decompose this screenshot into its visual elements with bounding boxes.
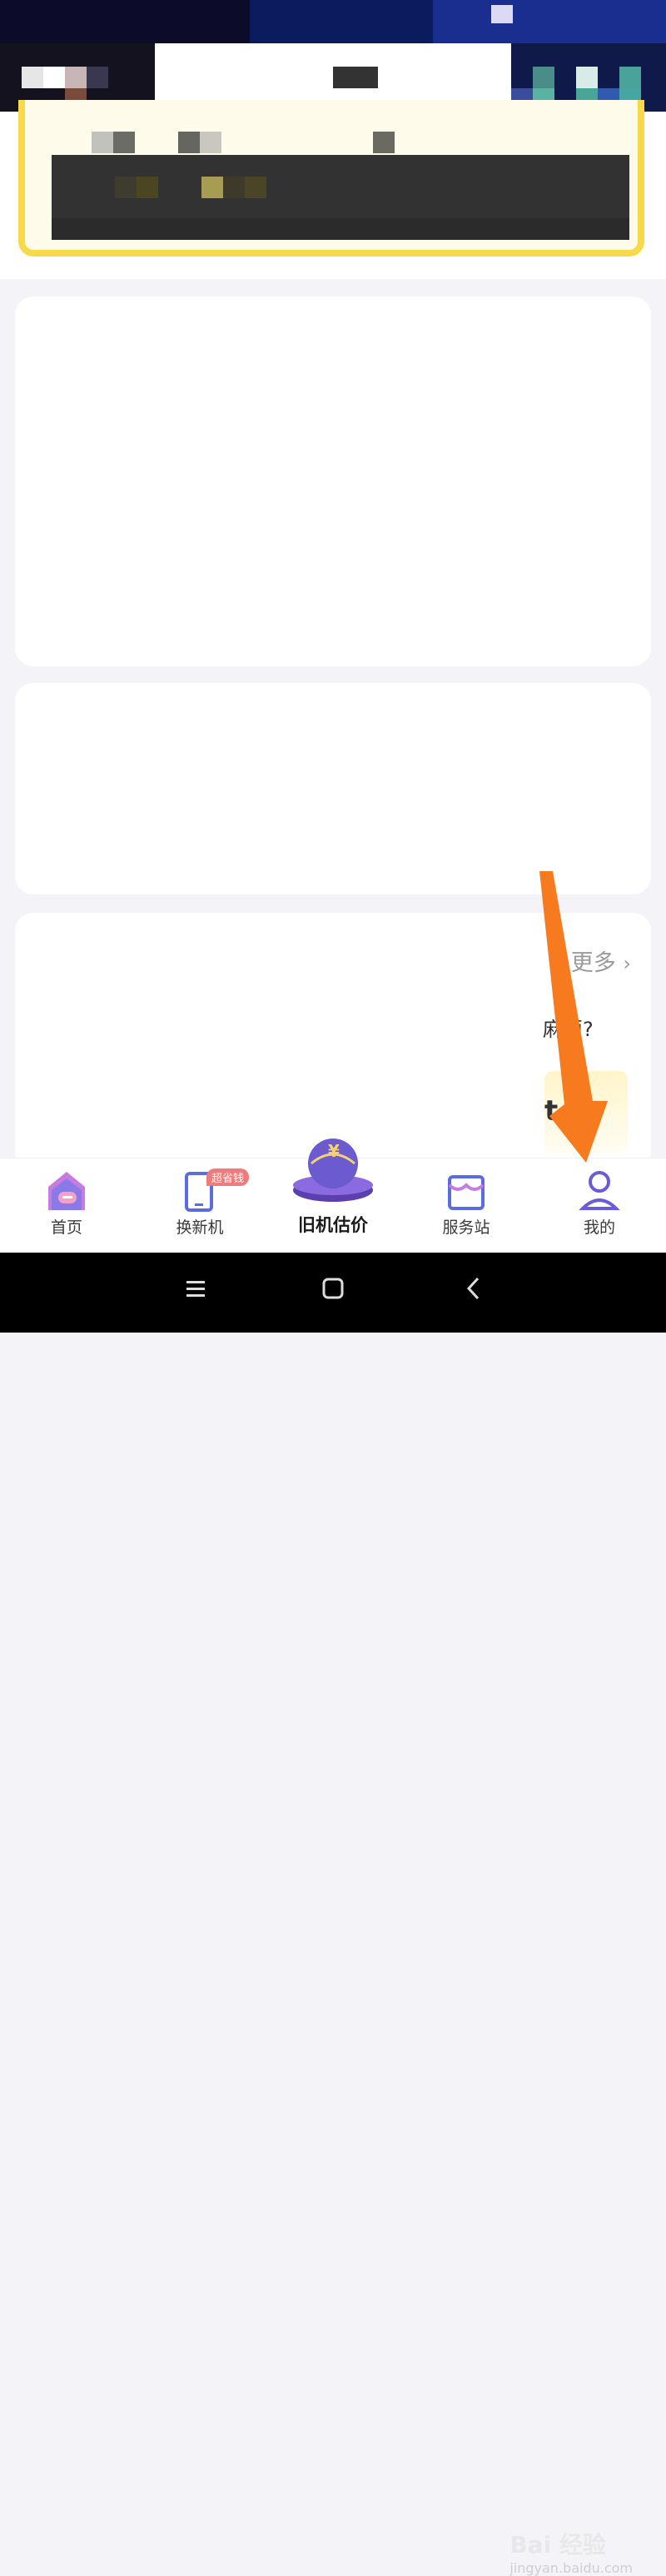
svg-text:¥: ¥ [328, 1141, 340, 1161]
home-icon [48, 1172, 85, 1210]
store-icon [448, 1175, 485, 1210]
tab-mine[interactable]: 我的 [533, 1158, 666, 1253]
tab-estimate-label: 旧机估价 [298, 1215, 368, 1235]
bottom-tab-bar: 首页 超省钱 换新机 ¥ 旧机估价 服务站 我的 [0, 1139, 666, 1253]
tab-home[interactable]: 首页 [0, 1158, 133, 1253]
pixelated-strip [52, 155, 629, 240]
content-card-2 [15, 683, 651, 894]
back-icon[interactable] [465, 1276, 481, 1301]
globe-icon: ¥ [293, 1139, 373, 1202]
pixelated-row [92, 132, 395, 153]
content-card-1 [15, 296, 651, 666]
tab-new-phone[interactable]: 超省钱 换新机 [133, 1158, 266, 1253]
tab-home-label: 首页 [50, 1218, 82, 1237]
menu-icon[interactable] [185, 1278, 206, 1299]
watermark-brand: Bai 经验 [509, 2531, 606, 2559]
tab-service-station[interactable]: 服务站 [400, 1158, 533, 1253]
home-square-icon[interactable] [321, 1276, 345, 1301]
tab-estimate[interactable]: ¥ 旧机估价 [266, 1139, 400, 1253]
pixelated-banner-image [0, 0, 666, 112]
watermark: Bai 经验 jingyan.baidu.com [509, 2527, 633, 2576]
banner-card [18, 100, 644, 257]
chevron-right-icon: › [623, 952, 631, 975]
watermark-url: jingyan.baidu.com [509, 2560, 633, 2576]
tab-service-station-label: 服务站 [442, 1218, 490, 1237]
user-icon [579, 1171, 620, 1210]
tab-new-phone-label: 换新机 [176, 1218, 224, 1237]
tab-mine-label: 我的 [583, 1218, 615, 1237]
annotation-arrow [539, 871, 608, 1163]
banner [0, 0, 666, 279]
promo-badge: 超省钱 [206, 1168, 250, 1186]
system-nav-bar: Bai 经验 jingyan.baidu.com [0, 1253, 666, 2576]
